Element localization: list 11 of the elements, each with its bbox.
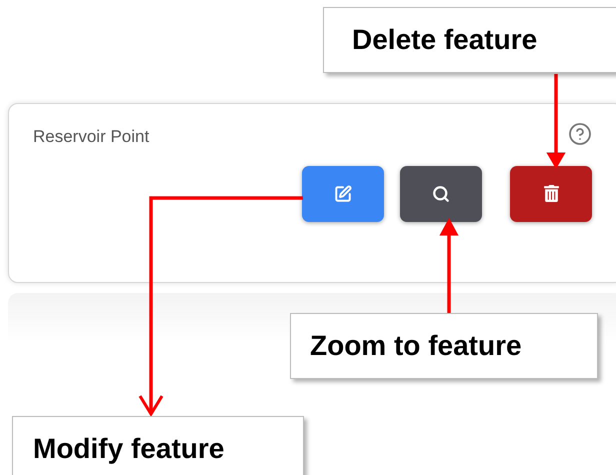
search-icon xyxy=(432,184,450,202)
feature-title: Reservoir Point xyxy=(33,126,150,148)
callout-label: Zoom to feature xyxy=(290,313,598,379)
zoom-button[interactable] xyxy=(400,166,482,222)
edit-icon xyxy=(334,184,352,202)
callout-label: Modify feature xyxy=(12,416,304,475)
trash-icon xyxy=(542,185,560,202)
help-icon[interactable] xyxy=(568,122,592,146)
delete-button[interactable] xyxy=(510,166,592,222)
edit-button[interactable] xyxy=(302,166,384,222)
callout-label: Delete feature xyxy=(323,7,616,73)
